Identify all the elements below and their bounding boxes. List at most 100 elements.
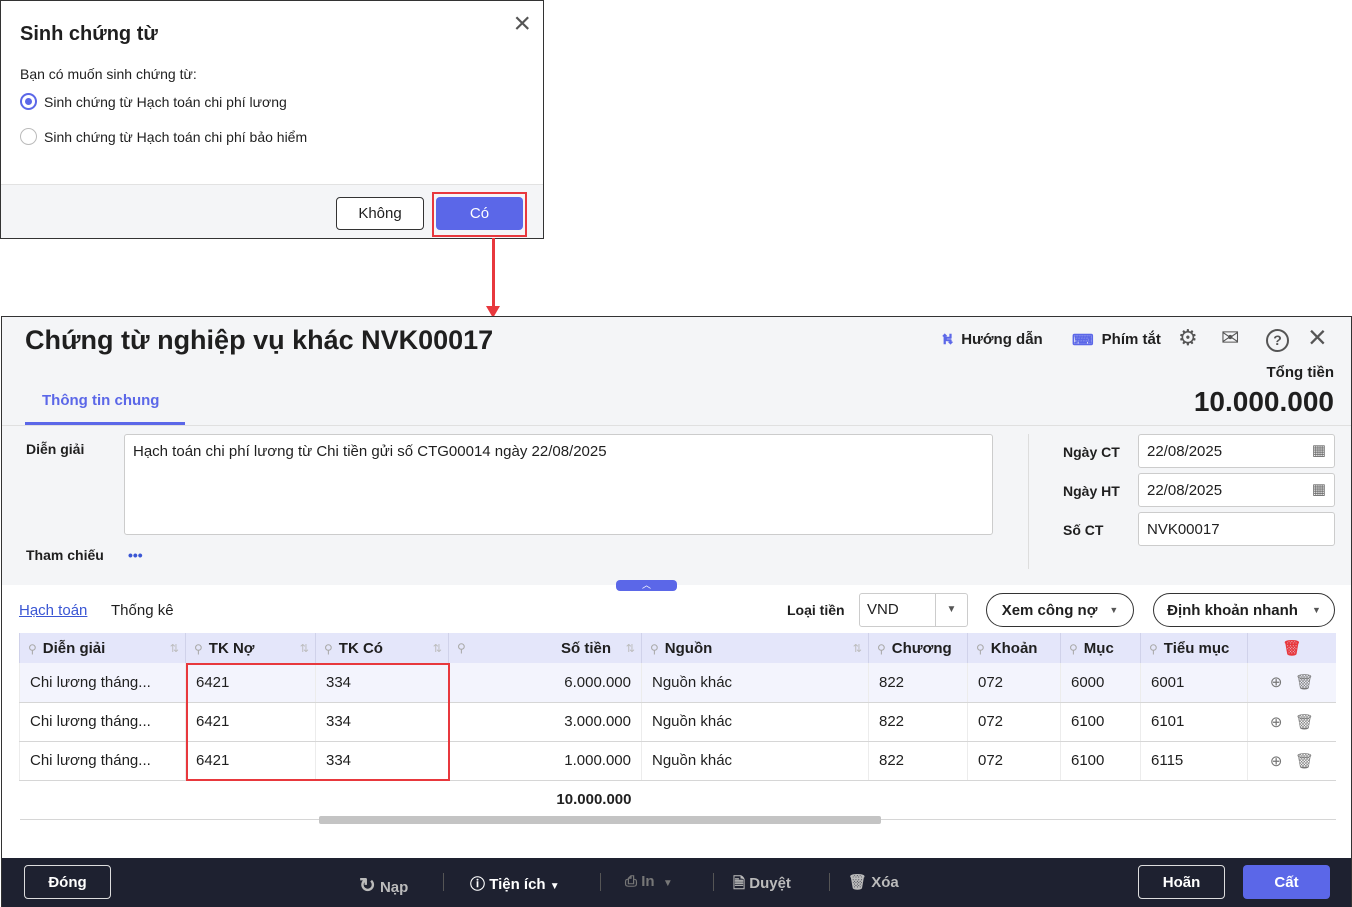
voucher-no-input[interactable]: NVK00017: [1138, 512, 1335, 546]
voucher-header: Chứng từ nghiệp vụ khác NVK00017 ⛕ Hướng …: [2, 317, 1351, 585]
radio[interactable]: [20, 128, 37, 145]
close-button[interactable]: Đóng: [24, 865, 111, 899]
table-cell[interactable]: 6100: [1060, 741, 1141, 781]
col-source[interactable]: ⚲ Nguồn ⇅: [641, 633, 869, 663]
divider: [829, 873, 830, 891]
table-cell[interactable]: 6100: [1060, 702, 1141, 742]
table-cell[interactable]: 3.000.000: [448, 702, 642, 742]
col-description[interactable]: ⚲ Diễn giải ⇅: [19, 633, 186, 663]
col-amount[interactable]: ⚲ Số tiền ⇅: [448, 633, 642, 663]
trash-icon: 🗑: [848, 874, 868, 891]
date-ct-input[interactable]: 22/08/2025 ▦: [1138, 434, 1335, 468]
approve-button[interactable]: 🗎 Duyệt: [733, 873, 791, 898]
close-icon[interactable]: ×: [513, 9, 531, 39]
help-icon[interactable]: ?: [1266, 329, 1289, 352]
table-cell[interactable]: Chi lương tháng...: [19, 663, 186, 703]
view-debt-button[interactable]: Xem công nợ ▼: [986, 593, 1134, 627]
table-cell[interactable]: Nguồn khác: [641, 663, 869, 703]
shortcuts-button[interactable]: ⌨ Phím tắt: [1072, 331, 1161, 349]
table-cell[interactable]: Nguồn khác: [641, 741, 869, 781]
table-cell[interactable]: Nguồn khác: [641, 702, 869, 742]
utilities-button[interactable]: ⓘ Tiện ích ▼: [470, 873, 560, 894]
table-cell[interactable]: Chi lương tháng...: [19, 741, 186, 781]
footer-toolbar: Đóng ↻ Nạp ⓘ Tiện ích ▼ ⎙ In ▼ 🗎 Duyệt 🗑…: [2, 858, 1351, 907]
pin-icon[interactable]: ⚲: [28, 642, 37, 656]
table-header: ⚲ Diễn giải ⇅ ⚲ TK Nợ ⇅ ⚲ TK Có ⇅ ⚲ Số tiền ⇅ ⚲ N…: [19, 633, 1336, 663]
tab-accounting[interactable]: Hạch toán: [19, 602, 87, 619]
tab-general-info[interactable]: Thông tin chung: [25, 383, 185, 425]
sort-icon: ⇅: [852, 643, 862, 655]
pin-icon[interactable]: ⚲: [650, 642, 659, 656]
table-cell[interactable]: 822: [868, 702, 968, 742]
arrow-line: [492, 238, 495, 308]
calendar-icon[interactable]: ▦: [1312, 441, 1326, 459]
guide-button[interactable]: ⛕ Hướng dẫn: [942, 331, 1043, 350]
tab-statistics[interactable]: Thống kê: [111, 602, 174, 619]
radio-selected[interactable]: [20, 93, 37, 110]
trash-icon[interactable]: 🗑: [1295, 714, 1314, 731]
col-credit[interactable]: ⚲ TK Có ⇅: [315, 633, 449, 663]
trash-icon[interactable]: 🗑: [1295, 674, 1314, 691]
shortcuts-label: Phím tắt: [1101, 331, 1161, 348]
pin-icon[interactable]: ⚲: [457, 641, 466, 655]
date-ht-label: Ngày HT: [1063, 483, 1120, 499]
delete-button[interactable]: 🗑 Xóa: [848, 873, 899, 891]
horizontal-scrollbar[interactable]: [319, 816, 881, 824]
col-subsection[interactable]: ⚲ Tiểu mục: [1140, 633, 1248, 663]
row-actions: ⊕ 🗑: [1247, 663, 1336, 703]
description-input[interactable]: Hạch toán chi phí lương từ Chi tiền gửi …: [124, 434, 993, 535]
divider: [443, 873, 444, 891]
table-cell[interactable]: Chi lương tháng...: [19, 702, 186, 742]
col-item[interactable]: ⚲ Khoản: [967, 633, 1061, 663]
table-cell[interactable]: 072: [967, 663, 1061, 703]
table-cell[interactable]: 072: [967, 702, 1061, 742]
table-cell[interactable]: 6115: [1140, 741, 1248, 781]
table-cell[interactable]: 6001: [1140, 663, 1248, 703]
table-cell[interactable]: 072: [967, 741, 1061, 781]
option-salary[interactable]: Sinh chứng từ Hạch toán chi phí lương: [20, 93, 340, 113]
trash-icon[interactable]: 🗑: [1295, 753, 1314, 770]
table-cell[interactable]: 822: [868, 741, 968, 781]
mail-icon[interactable]: ✉: [1221, 325, 1239, 351]
description-label: Diễn giải: [26, 441, 85, 457]
yes-button[interactable]: Có: [436, 197, 523, 230]
voucher-window: Chứng từ nghiệp vụ khác NVK00017 ⛕ Hướng …: [1, 316, 1352, 907]
pin-icon[interactable]: ⚲: [877, 642, 886, 656]
quick-entry-button[interactable]: Định khoản nhanh ▼: [1153, 593, 1335, 627]
divider: [1028, 434, 1029, 569]
close-icon[interactable]: ×: [1308, 319, 1327, 356]
currency-select[interactable]: VND ▼: [859, 593, 968, 627]
print-button[interactable]: ⎙ In ▼: [625, 873, 673, 890]
table-cell[interactable]: 6101: [1140, 702, 1248, 742]
date-ht-input[interactable]: 22/08/2025 ▦: [1138, 473, 1335, 507]
calendar-icon[interactable]: ▦: [1312, 480, 1326, 498]
date-ct-label: Ngày CT: [1063, 444, 1120, 460]
pin-icon[interactable]: ⚲: [976, 642, 985, 656]
col-chapter[interactable]: ⚲ Chương: [868, 633, 968, 663]
table-cell[interactable]: 6.000.000: [448, 663, 642, 703]
col-section[interactable]: ⚲ Mục: [1060, 633, 1141, 663]
pin-icon[interactable]: ⚲: [1069, 642, 1078, 656]
pin-icon[interactable]: ⚲: [1149, 642, 1158, 656]
option-insurance[interactable]: Sinh chứng từ Hạch toán chi phí bảo hiểm: [20, 128, 340, 148]
cancel-button[interactable]: Hoãn: [1138, 865, 1225, 899]
col-debit[interactable]: ⚲ TK Nợ ⇅: [185, 633, 316, 663]
chevron-down-icon: ▼: [1109, 605, 1119, 615]
add-row-icon[interactable]: ⊕: [1270, 714, 1283, 731]
table-cell[interactable]: 822: [868, 663, 968, 703]
reload-button[interactable]: ↻ Nạp: [359, 873, 408, 898]
delete-all-icon[interactable]: 🗑: [1247, 633, 1336, 663]
collapse-toggle[interactable]: ︿: [616, 580, 677, 591]
pin-icon[interactable]: ⚲: [194, 642, 203, 656]
pin-icon[interactable]: ⚲: [324, 642, 333, 656]
no-button[interactable]: Không: [336, 197, 424, 230]
save-button[interactable]: Cất: [1243, 865, 1330, 899]
gear-icon[interactable]: ⚙: [1178, 325, 1198, 351]
reference-more-button[interactable]: •••: [128, 547, 143, 563]
add-row-icon[interactable]: ⊕: [1270, 674, 1283, 691]
add-row-icon[interactable]: ⊕: [1270, 753, 1283, 770]
table-cell[interactable]: 6000: [1060, 663, 1141, 703]
quick-entry-label: Định khoản nhanh: [1167, 601, 1298, 619]
chevron-down-icon[interactable]: ▼: [935, 594, 967, 626]
table-cell[interactable]: 1.000.000: [448, 741, 642, 781]
